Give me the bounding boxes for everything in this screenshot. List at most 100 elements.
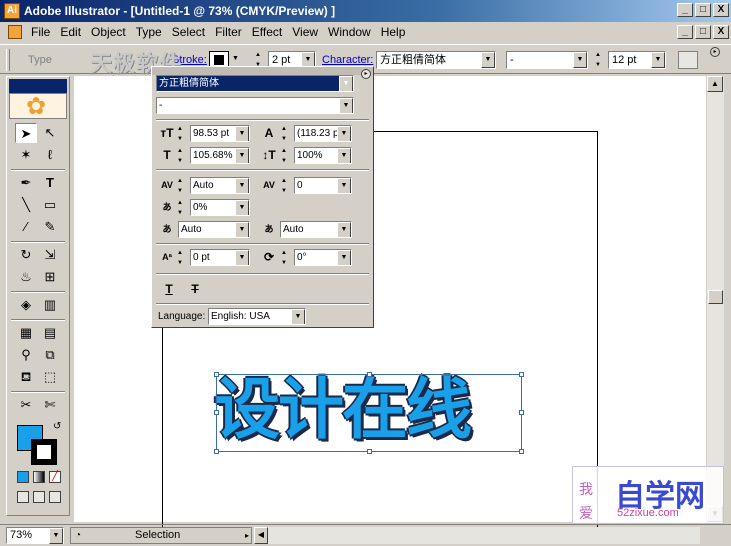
toolbox-titlebar[interactable] — [9, 79, 67, 93]
menu-file[interactable]: File — [26, 25, 55, 39]
chevron-down-icon[interactable]: ▼ — [235, 200, 249, 215]
chevron-down-icon[interactable]: ▼ — [337, 126, 351, 141]
vertical-scale-stepper[interactable] — [280, 147, 292, 165]
warp-tool-icon[interactable]: ♨ — [15, 267, 37, 287]
paintbrush-tool-icon[interactable]: ⁄ — [15, 217, 37, 237]
font-size-stepper[interactable] — [594, 51, 606, 69]
maximize-button[interactable]: □ — [695, 3, 711, 17]
chevron-down-icon[interactable]: ▼ — [337, 222, 351, 237]
selection-tool-icon[interactable]: ➤ — [15, 123, 37, 143]
scroll-thumb[interactable] — [708, 290, 723, 304]
swap-colors-icon[interactable]: ↺ — [53, 421, 61, 432]
pen-tool-icon[interactable]: ✒ — [15, 173, 37, 193]
rotation-stepper[interactable] — [280, 249, 292, 267]
rotation-field[interactable]: 0° ▼ — [294, 249, 352, 266]
eyedropper-tool-icon[interactable]: ⚲ — [15, 345, 37, 365]
control-bar-grip[interactable] — [6, 49, 10, 71]
kerning-field[interactable]: Auto ▼ — [190, 177, 250, 194]
chevron-down-icon[interactable]: ▼ — [337, 148, 351, 163]
menu-filter[interactable]: Filter — [210, 25, 247, 39]
tracking-stepper[interactable] — [280, 177, 292, 195]
chevron-down-icon[interactable]: ▼ — [49, 528, 63, 544]
handle-top-left[interactable] — [214, 372, 219, 377]
handle-right[interactable] — [519, 410, 524, 415]
underline-icon[interactable]: T — [160, 281, 178, 297]
menu-object[interactable]: Object — [86, 25, 131, 39]
pencil-tool-icon[interactable]: ✎ — [39, 217, 61, 237]
graph-tool-icon[interactable]: ▥ — [39, 295, 61, 315]
swatch-dropdown-icon[interactable]: ▼ — [232, 55, 239, 62]
chevron-down-icon[interactable]: ▼ — [481, 52, 495, 68]
font-style-select[interactable]: - ▼ — [506, 51, 588, 69]
leading-field[interactable]: (118.23 p ▼ — [294, 125, 352, 142]
handle-bottom-left[interactable] — [214, 449, 219, 454]
font-family-select[interactable]: 方正粗倩简体 ▼ — [376, 51, 496, 69]
type-tool-icon[interactable]: T — [39, 173, 61, 193]
scissors-tool-icon[interactable]: ✄ — [39, 395, 61, 415]
baseline-shift-stepper[interactable] — [176, 249, 188, 267]
minimize-button[interactable]: _ — [677, 3, 693, 17]
illustrator-app-icon[interactable]: Ai — [4, 3, 20, 19]
color-mode-icon[interactable] — [17, 471, 29, 483]
chevron-right-icon[interactable]: ▸ — [245, 528, 249, 543]
panel-font-style-select[interactable]: - ▼ — [156, 97, 354, 114]
menu-edit[interactable]: Edit — [55, 25, 86, 39]
slice-tool-icon[interactable]: ✂ — [15, 395, 37, 415]
selection-bounding-box[interactable] — [214, 372, 524, 454]
none-mode-icon[interactable]: ╱ — [49, 471, 61, 483]
gradient-mode-icon[interactable] — [33, 471, 45, 483]
tsume-stepper[interactable] — [176, 199, 188, 217]
handle-bottom-right[interactable] — [519, 449, 524, 454]
mesh-tool-icon[interactable]: ▦ — [15, 323, 37, 343]
live-paint-selection-tool-icon[interactable]: ⬚ — [39, 367, 61, 387]
magic-wand-tool-icon[interactable]: ✶ — [15, 145, 37, 165]
scroll-left-button[interactable]: ◀ — [254, 527, 268, 544]
doc-restore-button[interactable]: □ — [695, 25, 711, 39]
chevron-down-icon[interactable]: ▼ — [235, 178, 249, 193]
menu-effect[interactable]: Effect — [247, 25, 287, 39]
insert-space-left-select[interactable]: Auto ▼ — [178, 221, 250, 238]
chevron-down-icon[interactable]: ▼ — [339, 98, 353, 113]
menu-view[interactable]: View — [287, 25, 323, 39]
chevron-down-icon[interactable]: ▼ — [235, 126, 249, 141]
chevron-down-icon[interactable]: ▼ — [339, 76, 353, 91]
tsume-field[interactable]: 0% ▼ — [190, 199, 250, 216]
menu-type[interactable]: Type — [131, 25, 167, 39]
character-label[interactable]: Character: — [322, 54, 373, 66]
menu-help[interactable]: Help — [376, 25, 411, 39]
handle-left[interactable] — [214, 410, 219, 415]
chevron-down-icon[interactable]: ▼ — [235, 250, 249, 265]
panel-menu-icon[interactable]: ▸ — [361, 69, 371, 79]
language-select[interactable]: English: USA ▼ — [208, 308, 306, 325]
chevron-down-icon[interactable]: ▼ — [573, 52, 587, 68]
fullscreen-menu-mode-icon[interactable] — [33, 491, 45, 503]
chevron-down-icon[interactable]: ▼ — [651, 52, 665, 68]
rotate-tool-icon[interactable]: ↻ — [15, 245, 37, 265]
horizontal-scale-field[interactable]: 105.68% ▼ — [190, 147, 250, 164]
rectangle-tool-icon[interactable]: ▭ — [39, 195, 61, 215]
chevron-down-icon[interactable]: ▼ — [337, 178, 351, 193]
horizontal-scale-stepper[interactable] — [176, 147, 188, 165]
stroke-color-swatch[interactable] — [31, 439, 57, 465]
vertical-scale-field[interactable]: 100% ▼ — [294, 147, 352, 164]
chevron-down-icon[interactable]: ▼ — [235, 148, 249, 163]
handle-top-right[interactable] — [519, 372, 524, 377]
panel-menu-icon[interactable]: ▸ — [710, 47, 720, 57]
free-transform-tool-icon[interactable]: ⊞ — [39, 267, 61, 287]
tracking-field[interactable]: 0 ▼ — [294, 177, 352, 194]
leading-stepper[interactable] — [280, 125, 292, 143]
doc-minimize-button[interactable]: _ — [677, 25, 693, 39]
chevron-down-icon[interactable]: ▼ — [235, 222, 249, 237]
baseline-shift-field[interactable]: 0 pt ▼ — [190, 249, 250, 266]
document-icon[interactable] — [8, 25, 22, 39]
blend-tool-icon[interactable]: ⧉ — [39, 345, 61, 365]
fullscreen-mode-icon[interactable] — [49, 491, 61, 503]
insert-space-right-select[interactable]: Auto ▼ — [280, 221, 352, 238]
menu-select[interactable]: Select — [167, 25, 210, 39]
font-size-field[interactable]: 12 pt ▼ — [608, 51, 666, 69]
zoom-select[interactable]: 73% ▼ — [6, 527, 64, 544]
symbol-sprayer-tool-icon[interactable]: ◈ — [15, 295, 37, 315]
status-tool-select[interactable]: ◔ Selection ▸ — [70, 527, 252, 544]
gradient-tool-icon[interactable]: ▤ — [39, 323, 61, 343]
adobe-flower-logo[interactable] — [9, 92, 67, 121]
